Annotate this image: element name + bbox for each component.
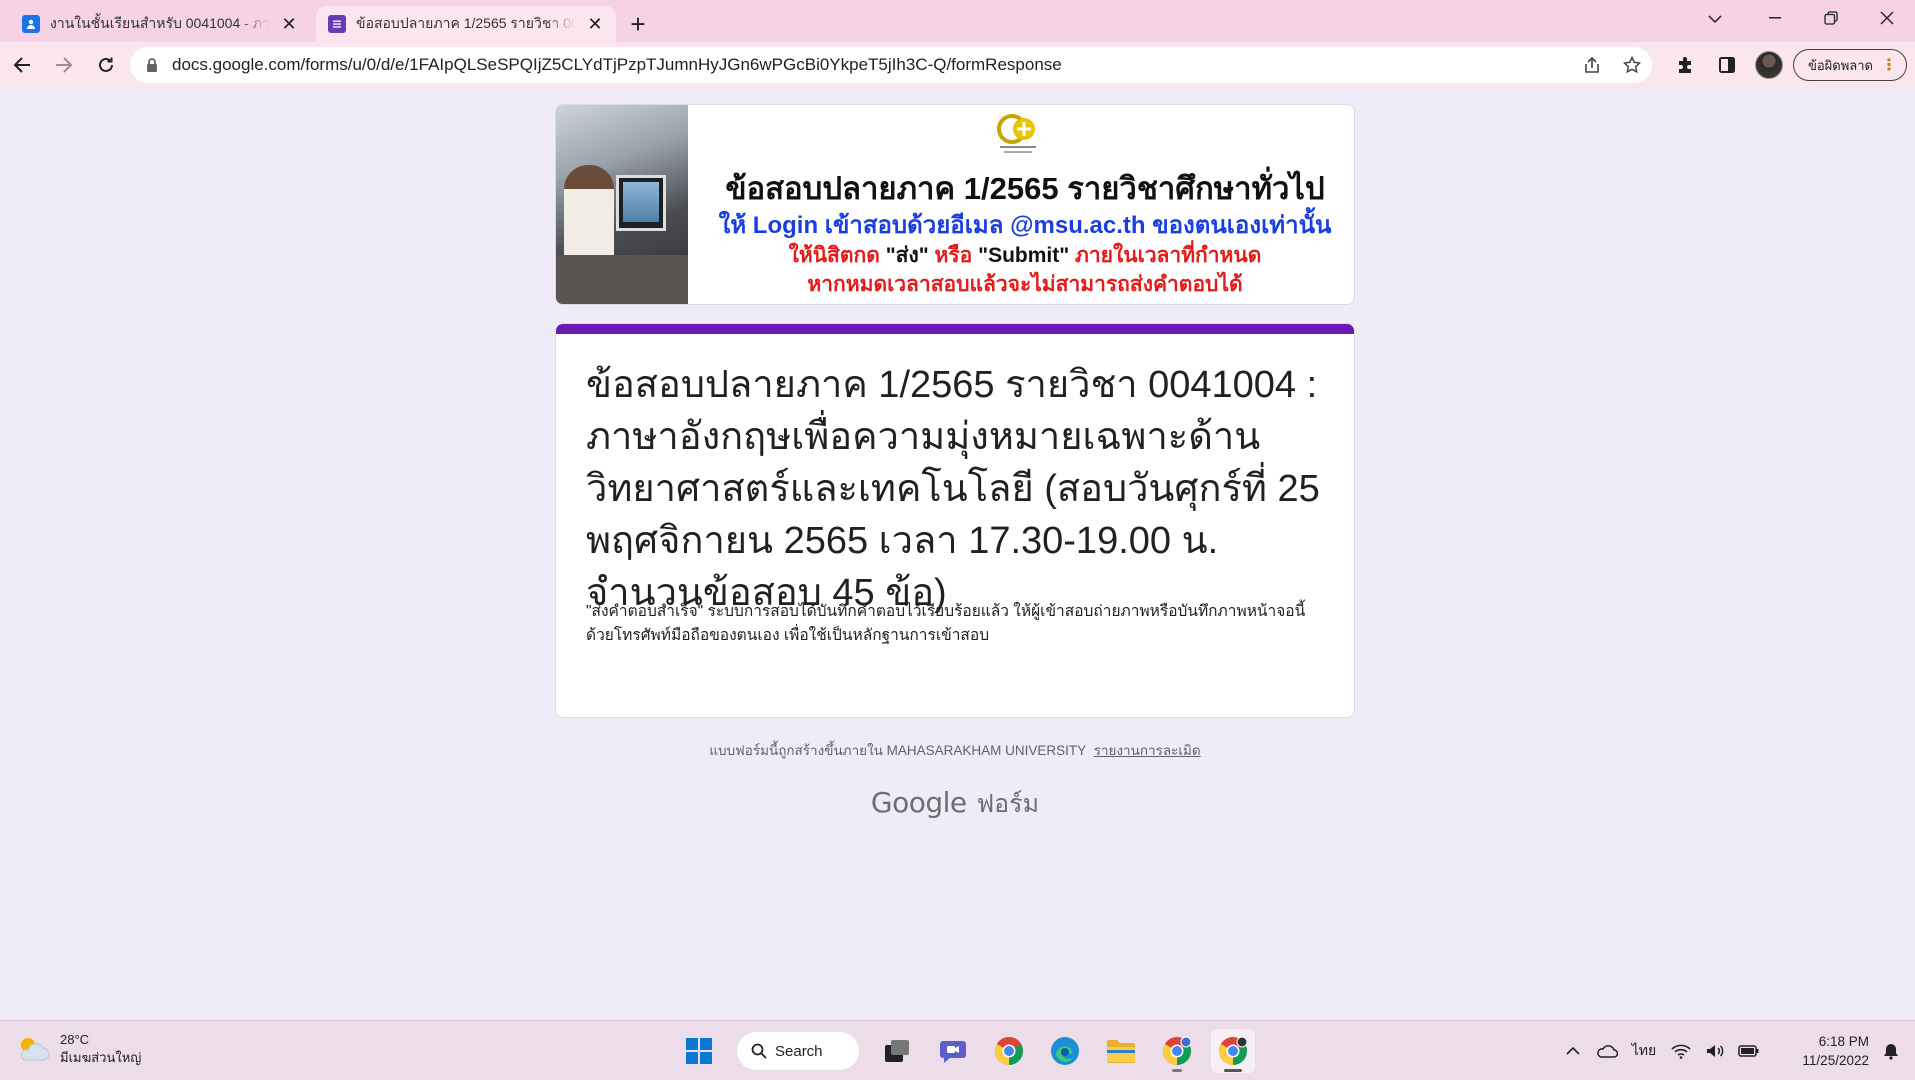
tab-search-icon[interactable] bbox=[1701, 8, 1729, 30]
start-button[interactable] bbox=[677, 1029, 721, 1073]
google-wordmark: Google bbox=[870, 786, 967, 819]
tab-classroom[interactable]: งานในชั้นเรียนสำหรับ 0041004 - ภาษ ✕ bbox=[10, 6, 310, 42]
header-photo bbox=[556, 105, 688, 304]
form-response-card: ข้อสอบปลายภาค 1/2565 รายวิชา 0041004 : ภ… bbox=[555, 323, 1355, 718]
confirmation-message: "ส่งคำตอบสำเร็จ" ระบบการสอบได้บันทึกคำตอ… bbox=[586, 603, 1306, 644]
forward-button[interactable] bbox=[44, 45, 84, 85]
input-language[interactable]: ไทย bbox=[1629, 1039, 1659, 1063]
side-panel-icon[interactable] bbox=[1709, 47, 1745, 83]
partly-cloudy-icon bbox=[20, 1038, 50, 1061]
created-in-text: แบบฟอร์มนี้ถูกสร้างขึ้นภายใน MAHASARAKHA… bbox=[709, 743, 1086, 758]
menu-kebab-icon: ⋮ bbox=[1881, 57, 1897, 74]
system-clock[interactable]: 6:18 PM 11/25/2022 bbox=[1789, 1032, 1869, 1070]
taskbar-search[interactable]: Search bbox=[737, 1032, 859, 1070]
address-bar[interactable]: docs.google.com/forms/u/0/d/e/1FAIpQLSeS… bbox=[130, 47, 1652, 83]
lock-icon[interactable] bbox=[144, 57, 160, 73]
classroom-icon bbox=[22, 15, 40, 33]
search-label: Search bbox=[775, 1042, 823, 1060]
close-tab-icon[interactable]: ✕ bbox=[280, 15, 298, 33]
tab-title: ข้อสอบปลายภาค 1/2565 รายวิชา 0041004 bbox=[356, 15, 576, 31]
ge-logo-icon bbox=[997, 114, 1036, 153]
taskbar-apps: Search bbox=[677, 1027, 1255, 1075]
form-footer-note: แบบฟอร์มนี้ถูกสร้างขึ้นภายใน MAHASARAKHA… bbox=[555, 739, 1355, 761]
clock-time: 6:18 PM bbox=[1818, 1034, 1869, 1049]
clock-date: 11/25/2022 bbox=[1802, 1053, 1869, 1068]
restore-button[interactable] bbox=[1803, 0, 1859, 36]
weather-desc: มีเมฆส่วนใหญ่ bbox=[60, 1050, 142, 1065]
onedrive-icon[interactable] bbox=[1595, 1039, 1619, 1063]
report-abuse-link[interactable]: รายงานการละเมิด bbox=[1094, 743, 1201, 758]
tab-forms[interactable]: ข้อสอบปลายภาค 1/2565 รายวิชา 0041004 ✕ bbox=[316, 6, 616, 42]
edge-icon[interactable] bbox=[1043, 1029, 1087, 1073]
profile-avatar[interactable] bbox=[1751, 47, 1787, 83]
wifi-icon[interactable] bbox=[1669, 1039, 1693, 1063]
error-button[interactable]: ข้อผิดพลาด ⋮ bbox=[1792, 49, 1907, 81]
windows-taskbar: 28°C มีเมฆส่วนใหญ่ Search ไทย 6:18 PM 11… bbox=[0, 1020, 1915, 1080]
chrome-profile-2-icon[interactable] bbox=[1211, 1029, 1255, 1073]
form-header-image: ข้อสอบปลายภาค 1/2565 รายวิชาศึกษาทั่วไป … bbox=[555, 104, 1355, 305]
tab-title: งานในชั้นเรียนสำหรับ 0041004 - ภาษ bbox=[50, 15, 270, 31]
new-tab-button[interactable]: + bbox=[620, 6, 656, 42]
error-button-label: ข้อผิดพลาด bbox=[1807, 57, 1873, 73]
back-button[interactable] bbox=[2, 45, 42, 85]
battery-icon[interactable] bbox=[1737, 1039, 1761, 1063]
banner-timeout-note: หากหมดเวลาสอบแล้วจะไม่สามารถส่งคำตอบได้ bbox=[807, 273, 1243, 296]
system-tray: ไทย 6:18 PM 11/25/2022 bbox=[1561, 1027, 1903, 1075]
extensions-icon[interactable] bbox=[1667, 47, 1703, 83]
weather-temp: 28°C bbox=[60, 1032, 90, 1047]
close-tab-icon[interactable]: ✕ bbox=[586, 15, 604, 33]
task-view-icon[interactable] bbox=[875, 1029, 919, 1073]
chrome-profile-1-icon[interactable] bbox=[1155, 1029, 1199, 1073]
teams-chat-icon[interactable] bbox=[931, 1029, 975, 1073]
volume-icon[interactable] bbox=[1703, 1039, 1727, 1063]
form-page: ข้อสอบปลายภาค 1/2565 รายวิชาศึกษาทั่วไป … bbox=[0, 88, 1915, 1020]
chevron-up-icon[interactable] bbox=[1561, 1039, 1585, 1063]
url-text[interactable]: docs.google.com/forms/u/0/d/e/1FAIpQLSeS… bbox=[172, 55, 1572, 75]
tab-strip: งานในชั้นเรียนสำหรับ 0041004 - ภาษ ✕ ข้อ… bbox=[0, 0, 1915, 42]
weather-widget[interactable]: 28°C มีเมฆส่วนใหญ่ bbox=[16, 1031, 141, 1067]
form-title: ข้อสอบปลายภาค 1/2565 รายวิชา 0041004 : ภ… bbox=[586, 364, 1320, 614]
search-icon bbox=[751, 1043, 767, 1059]
reload-button[interactable] bbox=[86, 45, 126, 85]
minimize-button[interactable] bbox=[1747, 0, 1803, 36]
notification-bell-icon[interactable] bbox=[1879, 1039, 1903, 1063]
form-accent-bar bbox=[556, 324, 1354, 334]
google-forms-logo[interactable]: Google ฟอร์ม bbox=[555, 784, 1355, 824]
forms-icon bbox=[328, 15, 346, 33]
chrome-icon[interactable] bbox=[987, 1029, 1031, 1073]
share-icon[interactable] bbox=[1572, 47, 1612, 83]
forms-wordmark: ฟอร์ม bbox=[976, 790, 1040, 818]
browser-toolbar: docs.google.com/forms/u/0/d/e/1FAIpQLSeS… bbox=[0, 42, 1915, 88]
close-window-button[interactable] bbox=[1859, 0, 1915, 36]
file-explorer-icon[interactable] bbox=[1099, 1029, 1143, 1073]
bookmark-star-icon[interactable] bbox=[1612, 47, 1652, 83]
